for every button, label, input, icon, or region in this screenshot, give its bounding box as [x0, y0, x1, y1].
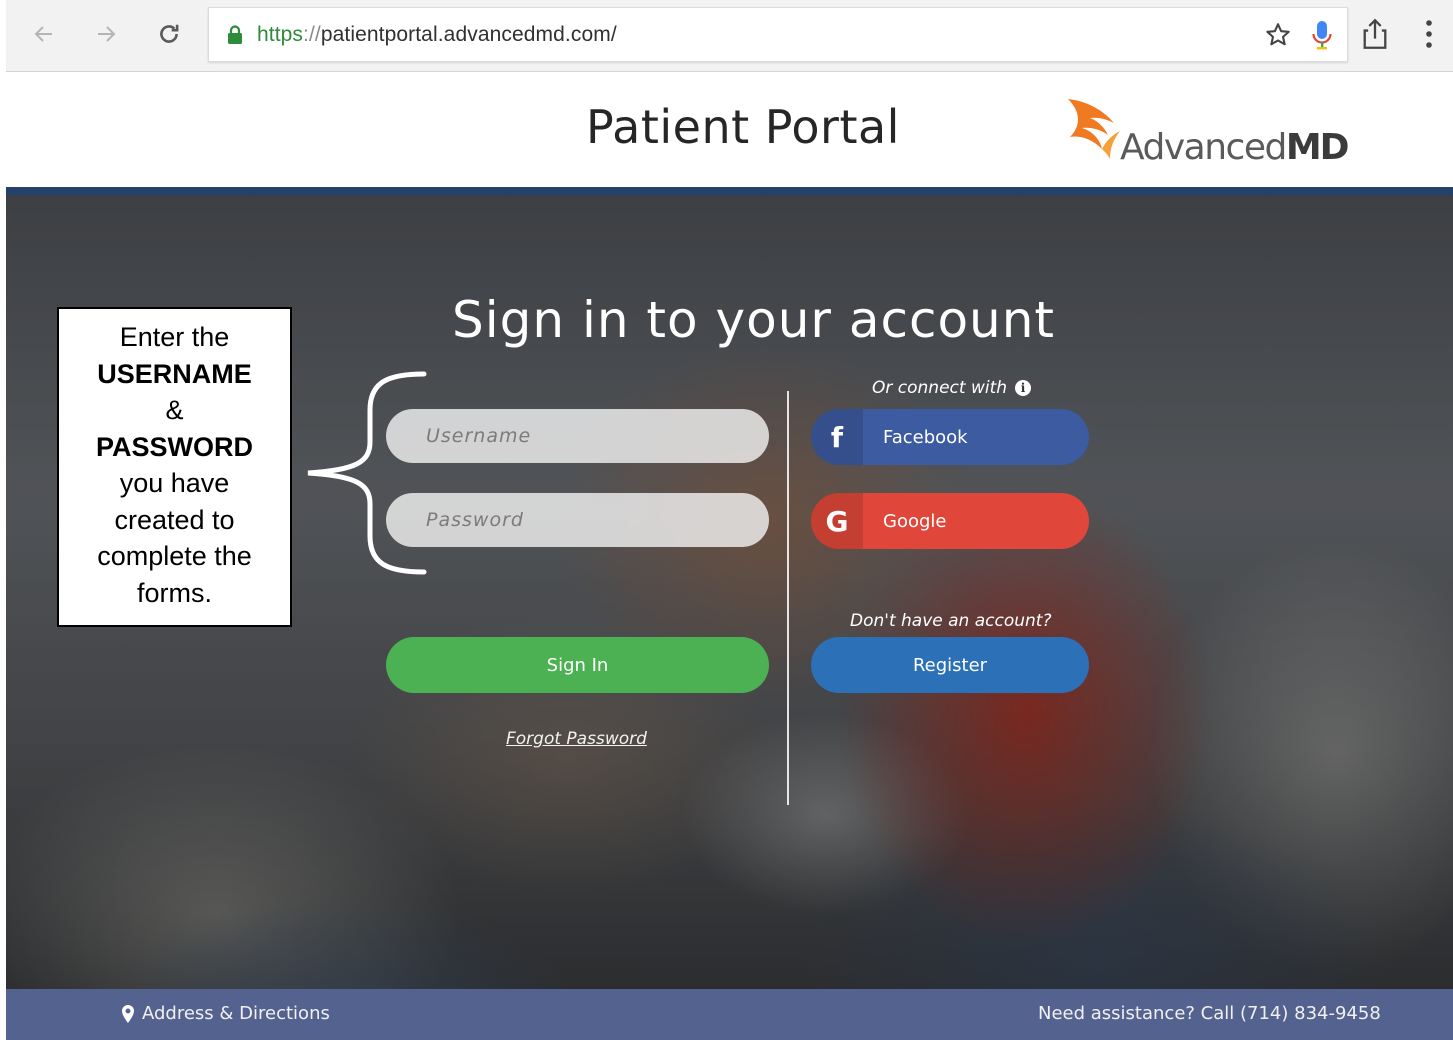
- site-footer: Address & Directions Need assistance? Ca…: [6, 989, 1453, 1040]
- bookmark-star-icon[interactable]: [1264, 21, 1292, 49]
- sign-in-heading: Sign in to your account: [452, 291, 1056, 349]
- address-directions-label: Address & Directions: [142, 1003, 330, 1024]
- callout-line: you have: [119, 468, 230, 498]
- password-input[interactable]: [386, 493, 769, 547]
- google-login-button[interactable]: G Google: [811, 493, 1089, 549]
- vertical-divider: [787, 391, 789, 805]
- google-icon: G: [811, 493, 863, 549]
- facebook-login-button[interactable]: f Facebook: [811, 409, 1089, 465]
- more-menu-icon[interactable]: [1424, 18, 1434, 50]
- callout-line: Enter the: [119, 322, 230, 352]
- logo-wordmark: AdvancedMD: [1120, 127, 1350, 168]
- connect-with-label: Or connect with i: [872, 378, 1032, 398]
- reload-icon: [160, 24, 179, 43]
- instruction-callout: Enter the USERNAME & PASSWORD you have c…: [57, 307, 292, 627]
- map-marker-icon: [122, 1004, 134, 1023]
- forward-button[interactable]: [88, 16, 124, 52]
- share-icon[interactable]: [1361, 18, 1389, 50]
- facebook-label: Facebook: [883, 426, 968, 448]
- back-button[interactable]: [26, 16, 62, 52]
- address-bar[interactable]: https://patientportal.advancedmd.com/: [208, 7, 1348, 62]
- callout-line: created to: [114, 504, 235, 535]
- google-label: Google: [883, 510, 947, 532]
- curly-brace-icon: [307, 371, 427, 575]
- register-button[interactable]: Register: [811, 637, 1089, 693]
- forgot-password-link[interactable]: Forgot Password: [506, 729, 647, 749]
- advancedmd-logo[interactable]: AdvancedMD: [1062, 97, 1362, 168]
- callout-line: USERNAME: [97, 358, 252, 389]
- browser-toolbar: https://patientportal.advancedmd.com/: [6, 0, 1453, 72]
- info-icon[interactable]: i: [1015, 380, 1032, 396]
- url-text: https://patientportal.advancedmd.com/: [257, 23, 617, 46]
- site-header: Patient Portal AdvancedMD: [6, 73, 1453, 187]
- no-account-prompt: Don't have an account?: [850, 611, 1052, 631]
- arrow-left-icon: [34, 26, 52, 42]
- callout-line: forms.: [136, 577, 212, 608]
- address-directions-link[interactable]: Address & Directions: [122, 1003, 330, 1024]
- microphone-icon[interactable]: [1311, 20, 1333, 52]
- callout-line: PASSWORD: [95, 431, 253, 462]
- callout-line: complete the: [97, 541, 252, 571]
- lock-icon: [228, 25, 242, 44]
- sign-in-button[interactable]: Sign In: [386, 637, 769, 693]
- arrow-right-icon: [98, 26, 116, 42]
- page-title: Patient Portal: [586, 100, 900, 154]
- facebook-icon: f: [811, 409, 863, 465]
- reload-button[interactable]: [151, 16, 187, 52]
- callout-line: &: [165, 395, 184, 425]
- connect-with-text: Or connect with: [872, 378, 1008, 398]
- username-input[interactable]: [386, 409, 769, 463]
- assistance-phone[interactable]: Need assistance? Call (714) 834-9458: [1038, 1003, 1381, 1024]
